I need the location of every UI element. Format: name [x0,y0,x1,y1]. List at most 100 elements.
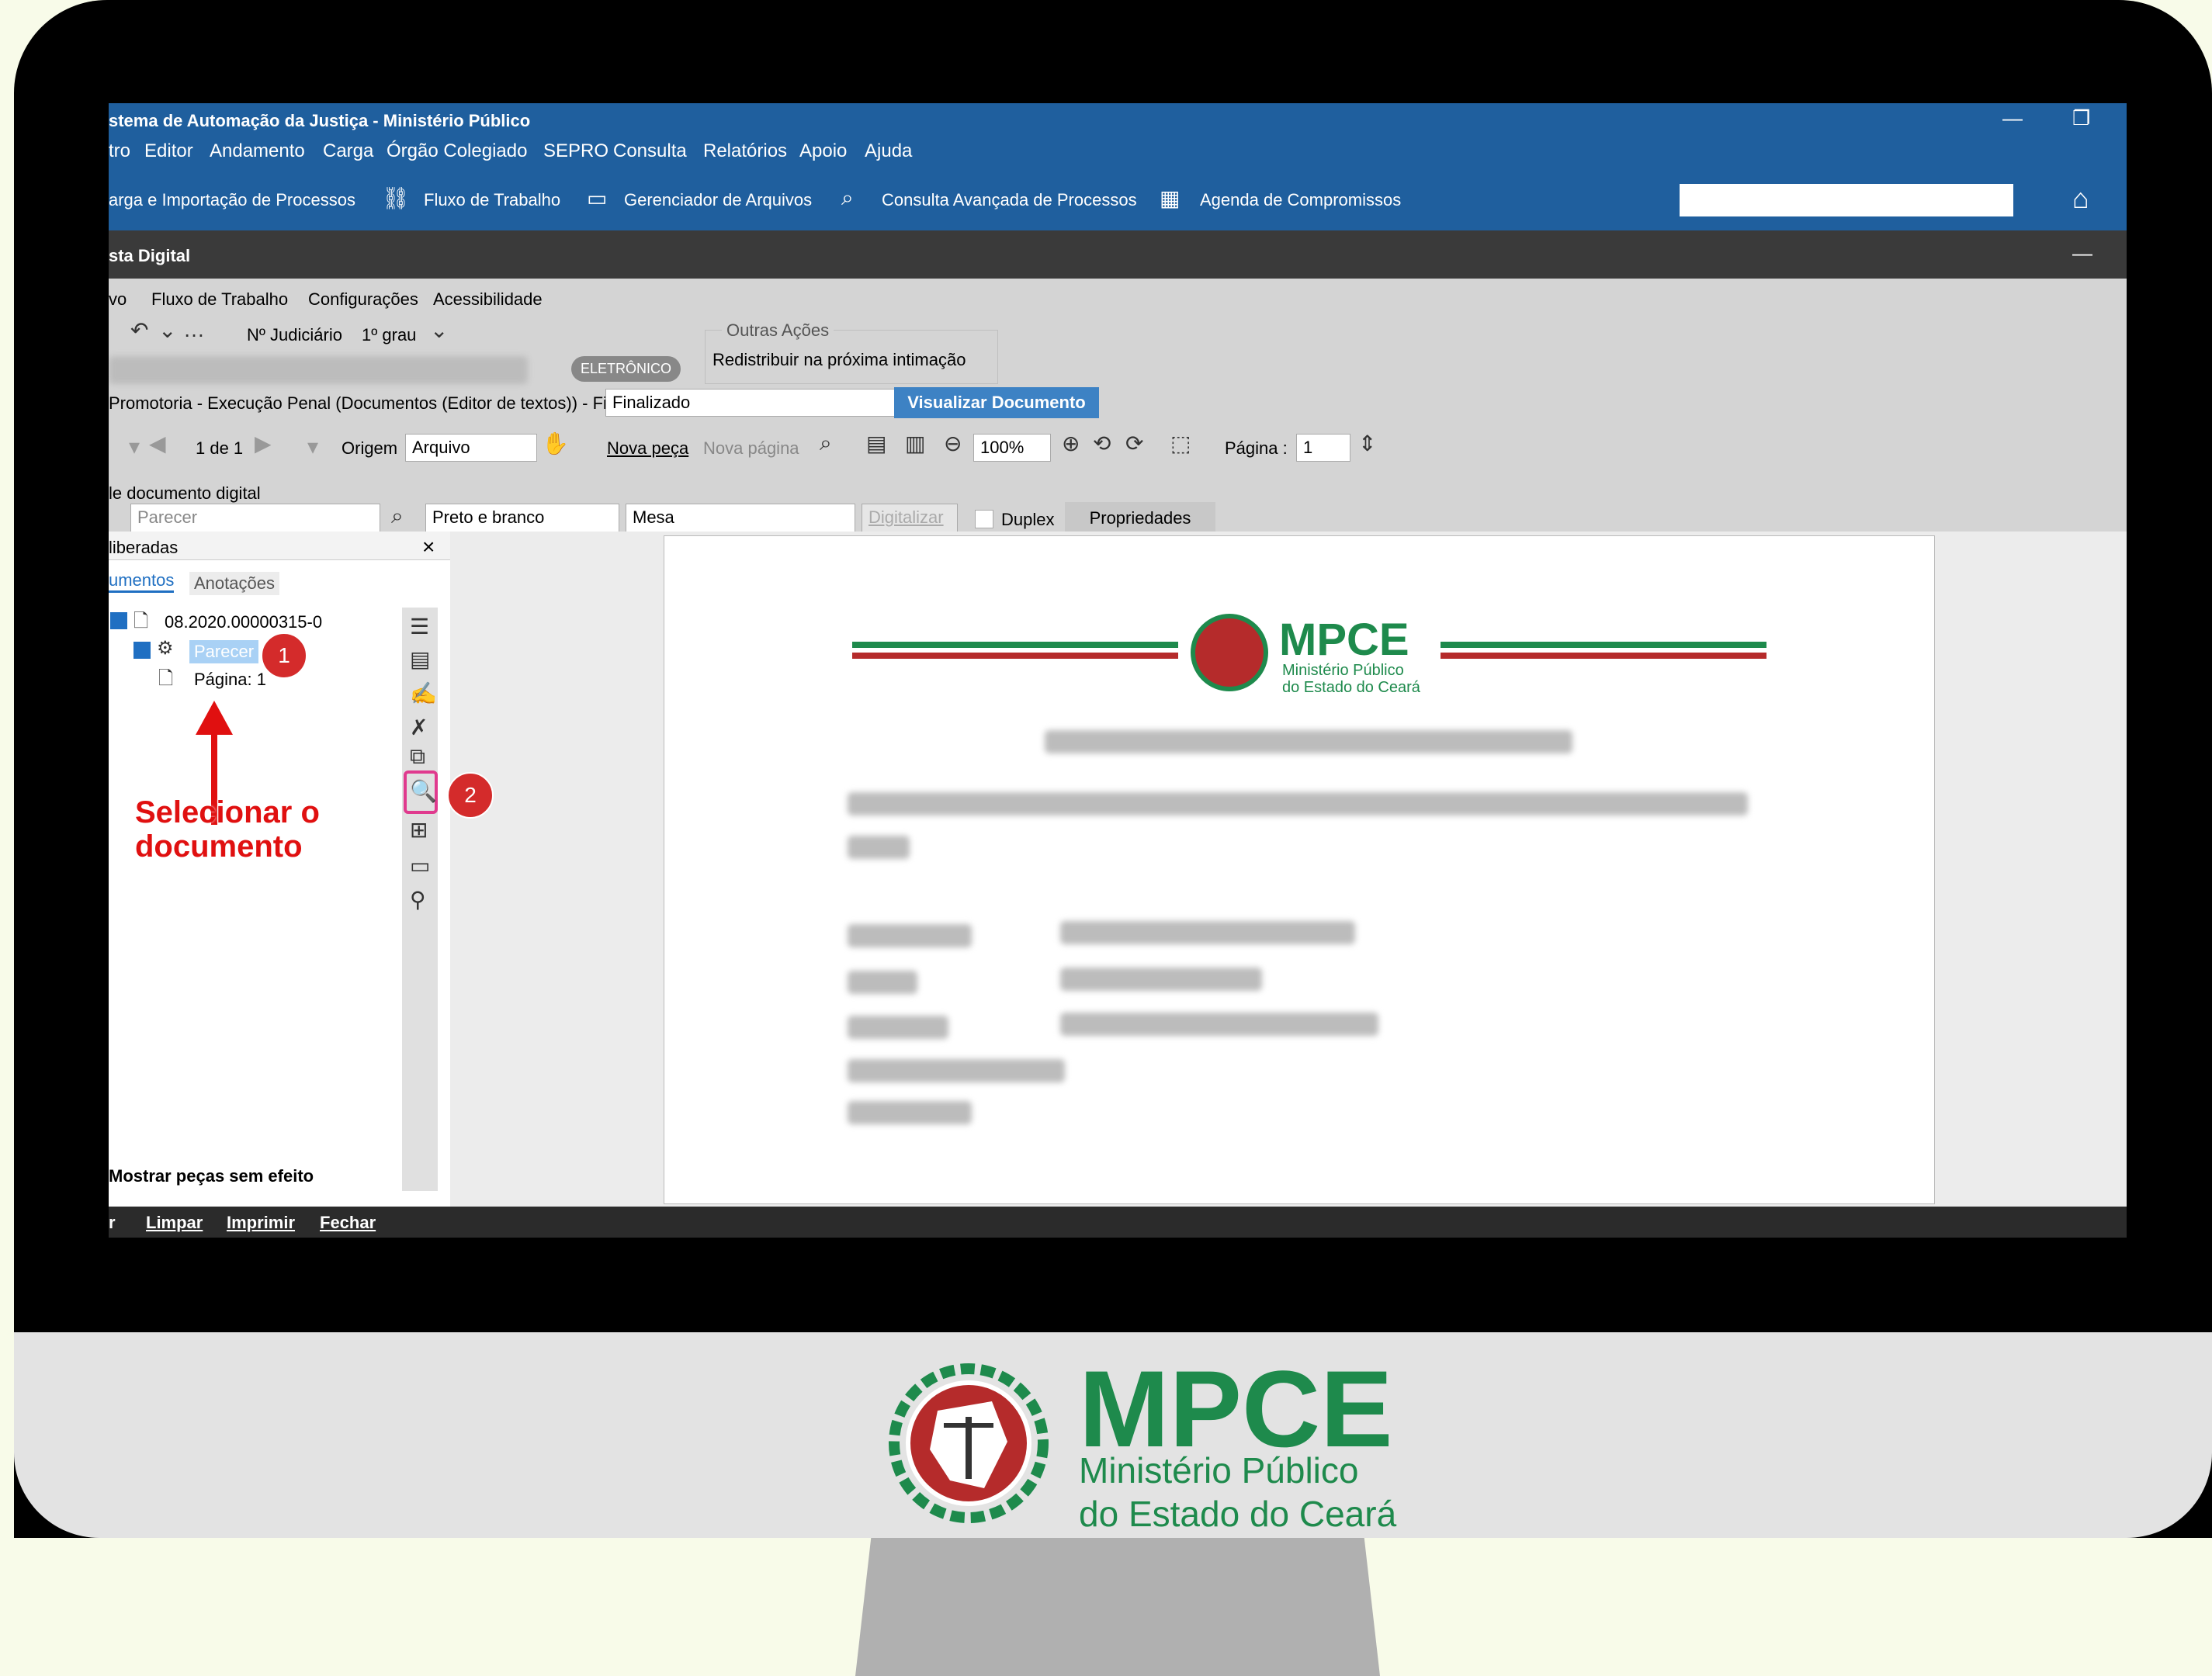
bottom-action-gravar[interactable]: r [109,1213,116,1233]
chevron-down-icon[interactable]: ⌄ [158,317,176,343]
brand-line-1: Ministério Público [1079,1450,1359,1491]
properties-icon[interactable]: ⚲ [410,887,426,912]
menu-item-orgao-colegiado[interactable]: Órgão Colegiado [387,140,527,162]
hand-tool-icon[interactable]: ✋ [542,431,569,456]
note-icon[interactable]: ▭ [410,853,430,878]
blurred-line [1060,1013,1378,1036]
duplex-label: Duplex [1001,510,1055,529]
undo-icon[interactable]: ↶ [130,317,148,343]
bottom-action-bar: r Limpar Imprimir Fechar [109,1207,2127,1238]
show-effectless-toggle[interactable]: Mostrar peças sem efeito [109,1166,314,1186]
digitalizar-button[interactable]: Digitalizar [862,504,958,533]
app-screen: stema de Automação da Justiça - Ministér… [109,103,2127,1238]
menu-item-editor[interactable]: Editor [144,140,193,162]
menu-item-sepro[interactable]: SEPRO [543,140,608,162]
limpar-button[interactable]: Limpar [146,1213,203,1233]
visualizar-documento-button[interactable]: Visualizar Documento [894,387,1099,418]
first-page-icon[interactable]: ▾ [129,434,140,459]
imprimir-button[interactable]: Imprimir [227,1213,295,1233]
toolbar-consulta-avancada[interactable]: Consulta Avançada de Processos [882,190,1137,210]
minimize-button[interactable]: — [2002,106,2023,130]
more-icon[interactable]: … [183,317,205,342]
pagina-input[interactable]: 1 [1296,434,1350,462]
calendar-icon: ▦ [1160,186,1181,210]
last-page-icon[interactable]: ▾ [307,434,318,459]
menu-item-carga[interactable]: Carga [323,140,373,162]
rotate-right-icon[interactable]: ⟳ [1125,431,1143,456]
duplex-checkbox[interactable] [975,510,993,528]
fit-width-icon[interactable]: ▤ [866,431,886,456]
scan-type-input[interactable]: Parecer [130,504,380,533]
brand-logo-emblem [875,1356,1062,1535]
next-page-icon[interactable]: ▶ [255,431,272,456]
toolbar-search-input[interactable] [1680,184,2013,216]
instance-chevron-icon[interactable]: ⌄ [430,317,448,343]
tree-page-label[interactable]: Página: 1 [194,670,266,690]
submenu-acessibilidade[interactable]: Acessibilidade [433,289,543,310]
doc-logo-sub1: Ministério Público [1282,662,1404,679]
propriedades-button[interactable]: Propriedades [1065,502,1215,535]
eletronico-badge: ELETRÔNICO [571,356,681,382]
blurred-line [848,836,910,859]
restore-button[interactable]: ❐ [2072,106,2090,130]
pagina-label: Página : [1225,438,1288,458]
zoom-in-icon[interactable]: ⊕ [1062,431,1080,456]
scan-search-icon[interactable]: ⌕ [391,504,404,529]
menu-item-ajuda[interactable]: Ajuda [865,140,912,162]
nova-peca-button[interactable]: Nova peça [607,438,688,459]
parecer-icon: ⚙ [157,638,174,659]
list-view-icon[interactable]: ▤ [410,646,430,672]
fechar-button[interactable]: Fechar [320,1213,376,1233]
submenu-arquivo[interactable]: vo [109,289,127,310]
origem-select[interactable]: Arquivo [405,434,537,462]
submenu-fluxo-trabalho[interactable]: Fluxo de Trabalho [151,289,288,310]
step-badge-1: 1 [261,632,307,679]
panel-close-button[interactable]: × [422,535,435,559]
sign-icon[interactable]: ✍ [410,680,437,706]
prev-page-icon[interactable]: ◀ [149,431,166,456]
blurred-line [848,1101,972,1124]
nova-pagina-button[interactable]: Nova página [703,438,799,459]
instance-label: 1º grau [362,325,417,345]
home-icon[interactable]: ⌂ [2072,182,2089,215]
blurred-line [848,924,972,947]
blurred-line [848,1016,948,1039]
tab-documentos[interactable]: umentos [109,570,175,593]
tree-root-label[interactable]: 08.2020.00000315-0 [165,612,322,632]
subwindow-minimize-button[interactable]: — [2072,241,2092,265]
queue-label: Promotoria - Execução Penal (Documentos … [109,393,621,413]
toolbar-agenda[interactable]: Agenda de Compromissos [1200,190,1401,210]
redistribuir-checkbox-label[interactable]: Redistribuir na próxima intimação [712,350,966,370]
scan-source-select[interactable]: Mesa [626,504,855,533]
blurred-process-number [109,356,528,384]
tree-root-checkbox[interactable] [110,612,127,629]
menu-item-apoio[interactable]: Apoio [799,140,847,162]
zoom-select[interactable]: 100% [973,434,1051,462]
menu-item-andamento[interactable]: Andamento [210,140,305,162]
view-document-icon[interactable]: 🔍 [410,778,437,804]
zoom-out-icon[interactable]: ⊖ [944,431,962,456]
fit-page-icon[interactable]: ▥ [905,431,925,456]
scan-section-label: le documento digital [109,483,261,503]
remove-sign-icon[interactable]: ✗ [410,715,428,740]
toolbar-carga-importacao[interactable]: arga e Importação de Processos [109,190,355,210]
blurred-line [1060,968,1262,991]
pagina-spinner-icon[interactable]: ⇕ [1358,431,1376,456]
submenu-configuracoes[interactable]: Configurações [308,289,418,310]
toolbar-gerenciador-arquivos[interactable]: Gerenciador de Arquivos [624,190,812,210]
tree-child-parecer[interactable]: Parecer [189,640,259,663]
tab-anotacoes[interactable]: Anotações [189,572,279,595]
add-icon[interactable]: ⊞ [410,817,428,843]
tree-child-checkbox[interactable] [133,642,151,659]
menu-item-consulta[interactable]: Consulta [613,140,687,162]
copy-icon[interactable]: ⧉ [410,744,425,770]
toolbar-fluxo-trabalho[interactable]: Fluxo de Trabalho [424,190,560,210]
zoom-search-icon[interactable]: ⌕ [820,431,832,456]
rotate-left-icon[interactable]: ⟲ [1093,431,1111,456]
tree-view-icon[interactable]: ☰ [410,614,429,639]
menu-item-cadastro[interactable]: tro [109,140,130,162]
color-mode-select[interactable]: Preto e branco [425,504,619,533]
monitor-stand [855,1538,1380,1676]
menu-item-relatorios[interactable]: Relatórios [703,140,787,162]
select-tool-icon[interactable]: ⬚ [1170,431,1191,456]
